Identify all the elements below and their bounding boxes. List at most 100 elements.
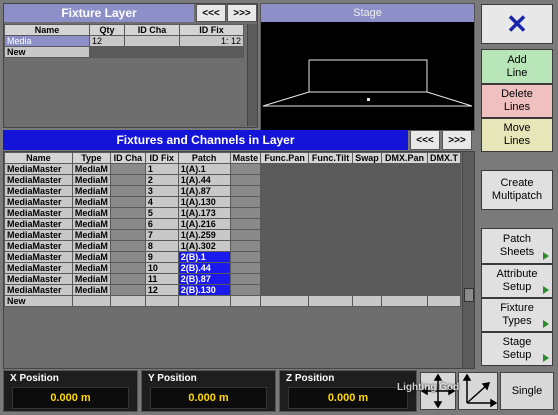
fixture-master-cell[interactable]	[229, 218, 262, 230]
fixture-idfix-cell[interactable]: 1	[144, 163, 179, 175]
empty-cell[interactable]	[260, 295, 310, 307]
fixture-type-cell[interactable]: MediaM	[71, 262, 111, 274]
fixture-master-cell[interactable]	[229, 273, 262, 285]
fixture-master-cell[interactable]	[229, 240, 262, 252]
stage-setup-button[interactable]: Stage Setup	[481, 332, 553, 366]
col-id-fix[interactable]: ID Fix	[144, 152, 179, 164]
fixtures-scrollbar-thumb[interactable]	[464, 288, 474, 302]
fixture-swap-cell[interactable]	[352, 218, 382, 230]
add-line-button[interactable]: Add Line	[481, 49, 553, 84]
table-row[interactable]: MediaMaster MediaM 12 2(B).130	[4, 284, 461, 296]
delete-lines-button[interactable]: Delete Lines	[481, 84, 553, 118]
fixture-idcha-cell[interactable]	[109, 284, 146, 296]
fixture-dmx-pan-cell[interactable]	[381, 174, 428, 186]
fixture-patch-cell[interactable]: 1(A).130	[177, 196, 231, 208]
fixture-func-pan-cell[interactable]	[260, 284, 310, 296]
table-row[interactable]: New	[4, 46, 244, 58]
fixture-idfix-cell[interactable]: 10	[144, 262, 179, 274]
fixture-master-cell[interactable]	[229, 229, 262, 241]
fixture-func-pan-cell[interactable]	[260, 196, 310, 208]
table-row[interactable]: MediaMaster MediaM 2 1(A).44	[4, 174, 461, 186]
z-position-field[interactable]: 0.000 m	[288, 387, 408, 409]
fixture-func-tilt-cell[interactable]	[308, 185, 354, 197]
fixture-func-pan-cell[interactable]	[260, 251, 310, 263]
fixture-idcha-cell[interactable]	[109, 207, 146, 219]
fixture-name-cell[interactable]: MediaMaster	[4, 207, 73, 219]
fixture-func-tilt-cell[interactable]	[308, 163, 354, 175]
fixture-name-cell[interactable]: MediaMaster	[4, 185, 73, 197]
x-position-field[interactable]: 0.000 m	[12, 387, 129, 409]
table-row[interactable]: Media 12 1: 12	[4, 35, 244, 47]
fixture-func-pan-cell[interactable]	[260, 273, 310, 285]
fixture-type-cell[interactable]: MediaM	[71, 185, 111, 197]
fixture-dmx-pan-cell[interactable]	[381, 196, 428, 208]
fixture-dmx-tilt-cell[interactable]	[427, 207, 461, 219]
fixture-master-cell[interactable]	[229, 196, 262, 208]
fixture-master-cell[interactable]	[229, 174, 262, 186]
fixture-name-cell[interactable]: MediaMaster	[4, 174, 73, 186]
empty-cell[interactable]	[71, 295, 111, 307]
fixture-func-tilt-cell[interactable]	[308, 218, 354, 230]
fixture-idfix-cell[interactable]: 2	[144, 174, 179, 186]
empty-cell[interactable]	[308, 295, 354, 307]
fixture-layer-scrollbar[interactable]	[247, 24, 257, 126]
fixture-master-cell[interactable]	[229, 251, 262, 263]
fixture-master-cell[interactable]	[229, 185, 262, 197]
fixture-func-tilt-cell[interactable]	[308, 262, 354, 274]
table-row[interactable]: MediaMaster MediaM 8 1(A).302	[4, 240, 461, 252]
col-master[interactable]: Maste	[229, 152, 262, 164]
fixture-patch-cell[interactable]: 1(A).216	[177, 218, 231, 230]
fixture-swap-cell[interactable]	[352, 185, 382, 197]
fixture-dmx-tilt-cell[interactable]	[427, 273, 461, 285]
axis-button[interactable]	[458, 372, 498, 410]
col-id-cha[interactable]: ID Cha	[124, 24, 180, 36]
fixture-new-cell[interactable]: New	[4, 295, 73, 307]
fixture-type-cell[interactable]: MediaM	[71, 163, 111, 175]
fixture-idcha-cell[interactable]	[109, 163, 146, 175]
single-button[interactable]: Single	[500, 372, 554, 410]
fixture-func-tilt-cell[interactable]	[308, 229, 354, 241]
fixture-patch-cell[interactable]: 1(A).259	[177, 229, 231, 241]
col-func-tilt[interactable]: Func.Tilt	[308, 152, 354, 164]
fixture-dmx-pan-cell[interactable]	[381, 251, 428, 263]
layer-name-cell[interactable]: Media	[4, 35, 90, 47]
col-func-pan[interactable]: Func.Pan	[260, 152, 310, 164]
fixture-name-cell[interactable]: MediaMaster	[4, 251, 73, 263]
fixture-patch-cell[interactable]: 1(A).87	[177, 185, 231, 197]
table-row[interactable]: MediaMaster MediaM 1 1(A).1	[4, 163, 461, 175]
layer-idcha-cell[interactable]	[124, 35, 180, 47]
fixtures-next-button[interactable]: >>>	[442, 130, 472, 150]
fixture-idcha-cell[interactable]	[109, 218, 146, 230]
fixture-patch-cell[interactable]: 1(A).173	[177, 207, 231, 219]
fixture-patch-cell[interactable]: 1(A).302	[177, 240, 231, 252]
fixture-idfix-cell[interactable]: 11	[144, 273, 179, 285]
fixture-swap-cell[interactable]	[352, 284, 382, 296]
fixture-master-cell[interactable]	[229, 262, 262, 274]
fixture-func-tilt-cell[interactable]	[308, 240, 354, 252]
layer-qty-cell[interactable]: 12	[89, 35, 125, 47]
fixture-name-cell[interactable]: MediaMaster	[4, 273, 73, 285]
empty-cell[interactable]	[177, 295, 231, 307]
fixture-type-cell[interactable]: MediaM	[71, 174, 111, 186]
fixture-func-pan-cell[interactable]	[260, 218, 310, 230]
fixture-patch-cell[interactable]: 2(B).87	[177, 273, 231, 285]
col-dmx-tilt[interactable]: DMX.T	[427, 152, 461, 164]
fixture-dmx-pan-cell[interactable]	[381, 284, 428, 296]
fixture-master-cell[interactable]	[229, 207, 262, 219]
fixture-dmx-pan-cell[interactable]	[381, 185, 428, 197]
table-row[interactable]: MediaMaster MediaM 9 2(B).1	[4, 251, 461, 263]
fixture-dmx-pan-cell[interactable]	[381, 229, 428, 241]
stage-view[interactable]: Stage	[260, 3, 475, 131]
table-row[interactable]: MediaMaster MediaM 4 1(A).130	[4, 196, 461, 208]
fixture-func-pan-cell[interactable]	[260, 174, 310, 186]
fixture-patch-cell[interactable]: 2(B).130	[177, 284, 231, 296]
fixture-idcha-cell[interactable]	[109, 196, 146, 208]
fixture-master-cell[interactable]	[229, 163, 262, 175]
fixture-types-button[interactable]: Fixture Types	[481, 298, 553, 332]
fixture-func-tilt-cell[interactable]	[308, 251, 354, 263]
fixture-swap-cell[interactable]	[352, 273, 382, 285]
fixture-dmx-tilt-cell[interactable]	[427, 229, 461, 241]
fixture-idfix-cell[interactable]: 5	[144, 207, 179, 219]
fixture-name-cell[interactable]: MediaMaster	[4, 218, 73, 230]
fixture-dmx-tilt-cell[interactable]	[427, 185, 461, 197]
